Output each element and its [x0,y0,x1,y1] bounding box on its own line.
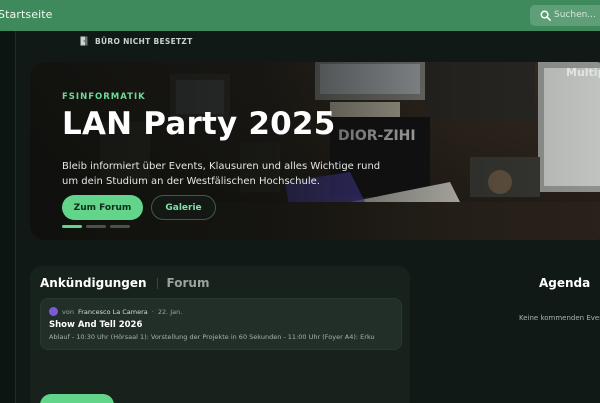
announcement-date: 22. Jan. [157,307,183,316]
meta-separator: · [151,307,154,316]
hero-banner: DIOR-ZIHI Multip FSINFORMATIK LAN Party … [30,62,600,240]
carousel-dot-1[interactable] [62,225,82,228]
top-bar: Startseite Suchen... [0,0,600,31]
agenda-title: Agenda [539,276,591,290]
hero-headline: LAN Party 2025 [62,106,336,142]
announcement-title[interactable]: Show And Tell 2026 [49,320,142,330]
panel-tabs: Ankündigungen Forum [40,276,209,290]
carousel-indicators [62,225,130,228]
carousel-dot-3[interactable] [110,225,130,228]
tab-announcements[interactable]: Ankündigungen [40,276,147,290]
forum-button[interactable]: Zum Forum [62,195,143,220]
office-status: BÜRO NICHT BESETZT [80,35,193,47]
avatar-icon [49,307,58,316]
door-icon [80,36,88,46]
hero-kicker: FSINFORMATIK [62,92,146,102]
agenda-empty-state: Keine kommenden Event [519,314,600,322]
office-status-label: BÜRO NICHT BESETZT [95,36,193,46]
hero-next-slide-title: Multip [566,66,600,79]
announcement-meta: von Francesco La Camera · 22. Jan. [49,307,182,316]
search-box[interactable]: Suchen... [530,5,600,26]
hero-description: Bleib informiert über Events, Klausuren … [62,161,381,187]
more-button[interactable] [40,394,114,403]
announcement-card[interactable]: von Francesco La Camera · 22. Jan. Show … [40,298,402,350]
search-icon [540,10,551,21]
author-prefix: von [62,307,74,316]
announcement-excerpt: Ablauf - 10:30 Uhr (Hörsaal 1): Vorstell… [49,333,375,341]
author-name[interactable]: Francesco La Camera [78,308,148,316]
page-title: Startseite [0,8,53,21]
tab-forum[interactable]: Forum [167,276,210,290]
tab-divider [156,277,158,289]
announcements-panel: Ankündigungen Forum von Francesco La Cam… [30,266,410,403]
search-input[interactable]: Suchen... [554,10,596,20]
sidebar-edge [0,31,16,403]
gallery-button[interactable]: Galerie [151,195,216,220]
carousel-dot-2[interactable] [86,225,106,228]
